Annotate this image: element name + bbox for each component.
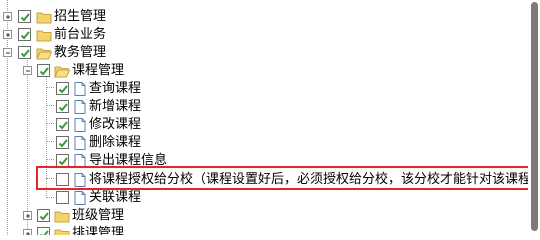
tree-connector [46,105,54,106]
tree-connector [46,159,54,160]
collapse-minus-icon[interactable] [3,48,12,57]
tree-node-label[interactable]: 课程管理 [72,63,124,79]
tree-checkbox[interactable] [37,227,50,235]
tree-node-label[interactable]: 新增课程 [89,99,141,115]
tree-connector [46,197,54,198]
tree-checkbox[interactable] [37,64,50,77]
folder-open-icon [36,48,52,60]
tree-checkbox[interactable] [56,100,69,113]
tree-checkbox[interactable] [56,118,69,131]
permission-tree: 招生管理 前台业务 教务管理 课程管理 查询课程 新增课程 修改课程 删除课程 … [0,0,528,235]
permission-tree-panel: 招生管理 前台业务 教务管理 课程管理 查询课程 新增课程 修改课程 删除课程 … [0,0,540,235]
page-icon [74,100,86,114]
tree-node-label[interactable]: 关联课程 [89,190,141,206]
tree-node-label[interactable]: 排课管理 [72,226,124,235]
expand-plus-icon[interactable] [3,12,12,21]
tree-node-label[interactable]: 前台业务 [54,27,106,43]
tree-checkbox[interactable] [18,28,31,41]
tree-connector [46,87,54,88]
tree-checkbox[interactable] [56,136,69,149]
tree-node-label[interactable]: 查询课程 [89,81,141,97]
highlight-box [36,166,536,190]
page-icon [74,118,86,132]
expand-plus-icon[interactable] [23,211,32,220]
page-icon [74,136,86,150]
tree-node-label[interactable]: 班级管理 [72,208,124,224]
tree-node-label[interactable]: 修改课程 [89,117,141,133]
tree-checkbox[interactable] [18,10,31,23]
tree-node-label[interactable]: 删除课程 [89,135,141,151]
page-icon [74,191,86,205]
folder-open-icon [54,66,70,78]
expand-plus-icon[interactable] [23,229,32,235]
folder-icon [36,12,52,24]
tree-checkbox[interactable] [18,46,31,59]
expand-plus-icon[interactable] [3,30,12,39]
tree-checkbox[interactable] [56,191,69,204]
tree-connector [46,141,54,142]
tree-connector [27,58,28,235]
collapse-minus-icon[interactable] [23,66,32,75]
folder-icon [36,30,52,42]
vertical-scrollbar[interactable] [528,0,540,235]
tree-node-label[interactable]: 招生管理 [54,9,106,25]
scrollbar-thumb[interactable] [531,2,538,231]
tree-checkbox[interactable] [56,82,69,95]
tree-node-label[interactable]: 教务管理 [54,45,106,61]
tree-checkbox[interactable] [37,209,50,222]
folder-icon [54,211,70,223]
folder-icon [54,229,70,235]
page-icon [74,82,86,96]
tree-connector [46,123,54,124]
